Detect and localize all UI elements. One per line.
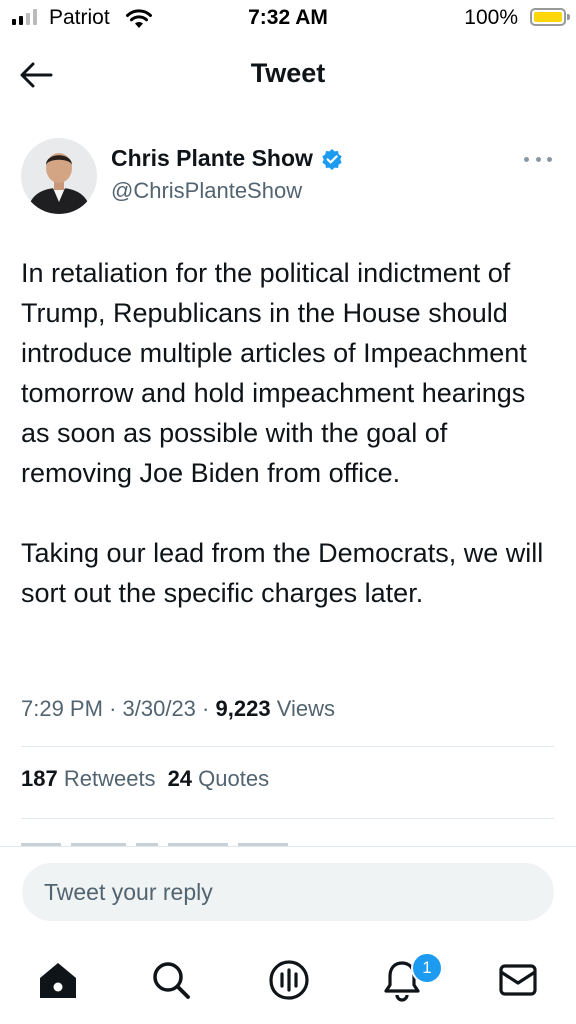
views-label[interactable]: Views xyxy=(277,696,335,721)
bottom-tab-bar xyxy=(0,940,576,1024)
clipped-stats-row xyxy=(21,836,321,846)
verified-badge-icon xyxy=(322,148,342,170)
more-options-icon[interactable] xyxy=(524,152,552,166)
messages-icon[interactable] xyxy=(496,958,540,1002)
spaces-icon[interactable] xyxy=(267,958,311,1002)
reply-input[interactable] xyxy=(22,863,554,921)
tweet-date: 3/30/23 xyxy=(122,696,196,721)
divider xyxy=(21,818,554,819)
retweets-label: Retweets xyxy=(63,766,156,791)
quotes-count: 24 xyxy=(167,766,193,791)
quotes-label: Quotes xyxy=(198,766,270,791)
top-nav-bar: Tweet xyxy=(0,40,576,110)
tweet-paragraph: In retaliation for the political indictm… xyxy=(21,258,527,488)
meta-separator: · xyxy=(109,696,117,721)
retweets-stat[interactable]: 187 Retweets xyxy=(21,766,156,791)
divider xyxy=(21,746,554,747)
author-name-row: Chris Plante Show xyxy=(111,145,343,172)
search-icon[interactable] xyxy=(149,958,193,1002)
retweets-count: 187 xyxy=(21,766,58,791)
home-icon[interactable] xyxy=(36,958,80,1002)
views-count: 9,223 xyxy=(215,696,271,721)
author-handle[interactable]: @ChrisPlanteShow xyxy=(111,178,302,204)
engagement-stats: 187 Retweets 24 Quotes xyxy=(21,766,269,792)
battery-percent: 100% xyxy=(464,6,518,29)
notification-count-badge: 1 xyxy=(411,952,443,984)
tweet-paragraph: Taking our lead from the Democrats, we w… xyxy=(21,538,544,608)
author-name[interactable]: Chris Plante Show xyxy=(111,145,313,172)
status-bar: Patriot 7:32 AM 100% xyxy=(0,0,576,40)
tweet-time: 7:29 PM xyxy=(21,696,103,721)
battery-icon xyxy=(530,8,570,26)
meta-separator: · xyxy=(202,696,210,721)
page-title: Tweet xyxy=(250,58,326,88)
tweet-meta: 7:29 PM · 3/30/23 · 9,223 Views xyxy=(21,696,335,722)
quotes-stat[interactable]: 24 Quotes xyxy=(168,766,270,791)
reply-bar xyxy=(0,846,576,939)
author-avatar[interactable] xyxy=(21,138,97,214)
tweet-text: In retaliation for the political indictm… xyxy=(21,253,551,613)
